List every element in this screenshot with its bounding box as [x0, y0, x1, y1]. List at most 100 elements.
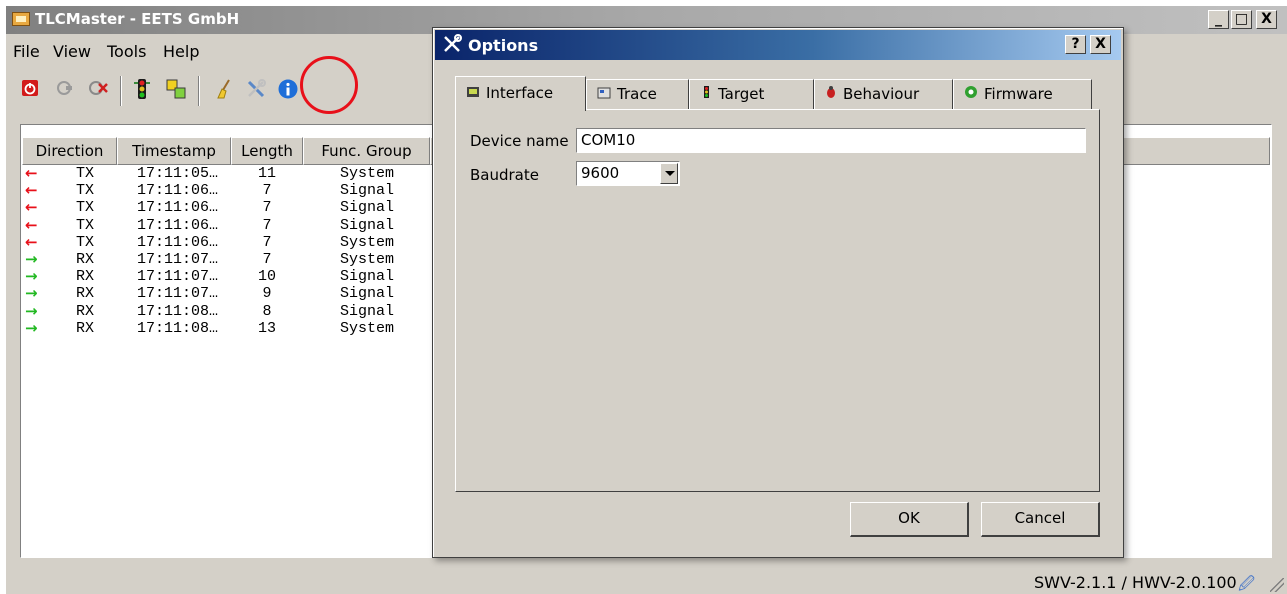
tab-firmware[interactable]: Firmware	[953, 79, 1092, 110]
traffic-light-icon	[700, 82, 712, 110]
tab-trace[interactable]: Trace	[586, 79, 689, 110]
power-icon[interactable]	[18, 78, 42, 102]
info-icon[interactable]	[276, 78, 300, 102]
connect-icon[interactable]	[52, 78, 76, 102]
behaviour-icon	[825, 82, 837, 110]
table-row[interactable]: ← TX 17:11:06… 7 Signal	[22, 199, 442, 217]
column-header-timestamp[interactable]: Timestamp	[117, 137, 231, 165]
direction-cell: TX	[76, 182, 95, 200]
tx-arrow-icon: ←	[25, 181, 38, 200]
func-group-cell: System	[340, 165, 395, 182]
clear-broom-icon[interactable]	[212, 78, 236, 102]
timestamp-cell: 17:11:08…	[137, 302, 219, 320]
menu-tools[interactable]: Tools	[107, 42, 146, 61]
rx-arrow-icon: →	[25, 301, 38, 320]
func-group-cell: Signal	[340, 216, 395, 234]
length-cell: 11	[257, 165, 276, 182]
maximize-button[interactable]: □	[1231, 10, 1252, 29]
timestamp-cell: 17:11:07…	[137, 268, 219, 286]
highlight-circle	[300, 56, 358, 114]
direction-cell: TX	[76, 199, 95, 217]
cancel-button[interactable]: Cancel	[981, 502, 1100, 537]
rx-arrow-icon: →	[25, 249, 38, 268]
direction-cell: TX	[76, 165, 95, 182]
menu-help[interactable]: Help	[163, 42, 199, 61]
table-row[interactable]: ← TX 17:11:06… 7 System	[22, 233, 442, 251]
timestamp-cell: 17:11:05…	[137, 165, 219, 182]
baudrate-select[interactable]: 9600	[576, 161, 680, 186]
table-row[interactable]: → RX 17:11:08… 8 Signal	[22, 301, 442, 320]
ok-button[interactable]: OK	[850, 502, 969, 537]
swap-icon[interactable]	[164, 78, 188, 102]
func-group-cell: System	[340, 319, 395, 337]
length-cell: 7	[262, 182, 272, 200]
func-group-cell: Signal	[340, 182, 395, 200]
length-cell: 7	[262, 199, 272, 217]
table-row[interactable]: → RX 17:11:07… 10 Signal	[22, 268, 442, 286]
version-label: SWV-2.1.1 / HWV-2.0.100	[1034, 573, 1237, 592]
table-row[interactable]: ← TX 17:11:06… 7 Signal	[22, 181, 442, 200]
tab-target[interactable]: Target	[689, 79, 814, 110]
tab-interface[interactable]: Interface	[455, 76, 586, 111]
dialog-title: Options	[468, 36, 539, 55]
length-cell: 10	[257, 268, 276, 286]
toolbar-separator	[198, 76, 200, 106]
baudrate-value: 9600	[581, 164, 620, 182]
tab-label: Target	[718, 85, 765, 103]
device-name-label: Device name	[470, 132, 569, 150]
trace-icon	[597, 82, 611, 110]
direction-cell: RX	[76, 285, 95, 303]
table-row[interactable]: → RX 17:11:08… 13 System	[22, 318, 442, 337]
status-bar: SWV-2.1.1 / HWV-2.0.100 🖉	[6, 564, 1287, 594]
tx-arrow-icon: ←	[25, 164, 38, 182]
tx-arrow-icon: ←	[25, 215, 38, 234]
direction-cell: TX	[76, 216, 95, 234]
rx-arrow-icon: →	[25, 318, 38, 337]
func-group-cell: System	[340, 233, 395, 251]
toolbar	[6, 72, 426, 112]
table-row[interactable]: → RX 17:11:07… 9 Signal	[22, 284, 442, 303]
interface-tab-panel: Device name COM10 Baudrate 9600	[455, 109, 1100, 492]
baudrate-label: Baudrate	[470, 166, 539, 184]
traffic-light-icon[interactable]	[130, 78, 154, 102]
func-group-cell: Signal	[340, 268, 395, 286]
log-rows: ← TX 17:11:05… 11 System ← TX 17:11:06… 7 Signal…	[22, 165, 442, 337]
table-row[interactable]: → RX 17:11:07… 7 System	[22, 249, 442, 268]
direction-cell: RX	[76, 268, 95, 286]
menu-file[interactable]: File	[13, 42, 40, 61]
minimize-button[interactable]: _	[1208, 10, 1229, 29]
timestamp-cell: 17:11:07…	[137, 250, 219, 268]
timestamp-cell: 17:11:06…	[137, 182, 219, 200]
table-row[interactable]: ← TX 17:11:05… 11 System	[22, 164, 442, 183]
options-dialog: Options ? X Interface Trace Target Behav…	[432, 27, 1124, 558]
disconnect-icon[interactable]	[86, 78, 110, 102]
tab-behaviour[interactable]: Behaviour	[814, 79, 953, 110]
connection-plug-icon: 🖉	[1238, 574, 1256, 593]
rx-arrow-icon: →	[25, 284, 38, 303]
options-wrench-icon[interactable]	[244, 78, 268, 102]
direction-cell: TX	[76, 233, 95, 251]
column-header-length[interactable]: Length	[231, 137, 303, 165]
length-cell: 8	[262, 302, 272, 320]
column-header-func-group[interactable]: Func. Group	[303, 137, 430, 165]
close-button[interactable]: X	[1256, 10, 1277, 29]
func-group-cell: Signal	[340, 199, 395, 217]
resize-grip[interactable]	[1270, 578, 1284, 592]
column-header-direction[interactable]: Direction	[22, 137, 117, 165]
app-icon	[12, 12, 30, 26]
length-cell: 7	[262, 216, 272, 234]
dialog-titlebar[interactable]: Options ? X	[435, 30, 1121, 60]
help-button[interactable]: ?	[1065, 35, 1086, 54]
device-name-input[interactable]: COM10	[576, 128, 1086, 153]
dialog-close-button[interactable]: X	[1090, 35, 1111, 54]
func-group-cell: Signal	[340, 285, 395, 303]
tab-label: Trace	[617, 85, 657, 103]
length-cell: 13	[257, 319, 276, 337]
tab-label: Interface	[486, 84, 554, 102]
toolbar-separator	[120, 76, 122, 106]
direction-cell: RX	[76, 250, 95, 268]
menu-view[interactable]: View	[53, 42, 91, 61]
table-row[interactable]: ← TX 17:11:06… 7 Signal	[22, 215, 442, 234]
chevron-down-icon[interactable]	[660, 163, 678, 184]
direction-cell: RX	[76, 319, 95, 337]
